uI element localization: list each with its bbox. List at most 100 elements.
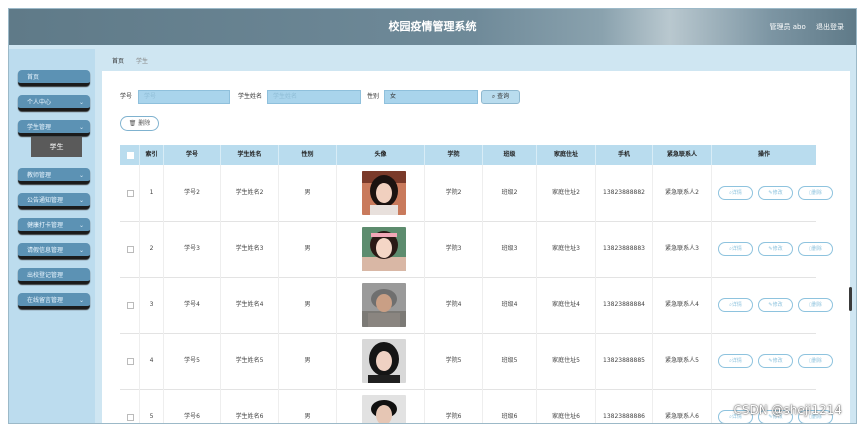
scrollbar-thumb[interactable] [849,287,852,311]
col-index: 索引 [140,145,164,165]
col-class: 班级 [483,145,537,165]
cell-index: 2 [140,221,164,277]
batch-delete-button[interactable]: 🗑 删除 [120,116,159,131]
cell-index: 5 [140,389,164,423]
cell-xuehao: 学号4 [164,277,221,333]
detail-button[interactable]: ⌕详情 [718,298,753,312]
app-window: 校园疫情管理系统 管理员 abo 退出登录 首页 个人中心 ⌄ 学生管理 ⌄ 学… [8,8,857,424]
row-checkbox[interactable] [127,414,134,421]
delete-label: 删除 [811,246,822,252]
sidebar-subitem-student[interactable]: 学生 [31,137,82,157]
row-checkbox[interactable] [127,358,134,365]
table-row: 2 学号3 学生姓名3 男 学院3 班级3 家庭住址3 13823888883 … [120,221,833,278]
cell-actions: ⌕详情 ✎修改 ▯删除 [712,277,833,333]
logout-link[interactable]: 退出登录 [816,23,844,31]
detail-button[interactable]: ⌕详情 [718,242,753,256]
edit-button[interactable]: ✎修改 [758,354,793,368]
edit-button[interactable]: ✎修改 [758,186,793,200]
delete-button[interactable]: ▯删除 [798,354,833,368]
sidebar-item-home[interactable]: 首页 [18,70,90,86]
detail-label: 详情 [731,190,742,196]
row-checkbox-cell [120,277,140,333]
edit-label: 修改 [772,358,783,364]
sidebar-item-notices[interactable]: 公告通知管理 ⌄ [18,193,90,209]
cell-college: 学院5 [425,333,483,389]
cell-name: 学生姓名4 [221,277,279,333]
select-all-checkbox[interactable] [127,152,134,159]
cell-name: 学生姓名2 [221,165,279,221]
col-xuehao: 学号 [164,145,221,165]
col-actions: 操作 [757,151,770,158]
cell-gender: 男 [279,277,337,333]
detail-button[interactable]: ⌕详情 [718,354,753,368]
admin-label: 管理员 abo [769,23,806,31]
delete-label: 删除 [811,190,822,196]
header-checkbox-cell [120,145,140,165]
gender-label: 性别 [367,93,380,100]
sidebar-item-label: 个人中心 [27,99,52,106]
edit-label: 修改 [772,190,783,196]
cell-class: 班级4 [483,277,537,333]
avatar [362,283,406,327]
breadcrumb-home[interactable]: 首页 [112,58,124,65]
edit-button[interactable]: ✎修改 [758,242,793,256]
cell-avatar [337,165,425,221]
name-label: 学生姓名 [238,93,263,100]
chevron-down-icon: ⌄ [78,247,84,254]
row-checkbox[interactable] [127,246,134,253]
chevron-down-icon: ⌄ [78,124,84,131]
cell-xuehao: 学号5 [164,333,221,389]
cell-class: 班级3 [483,221,537,277]
breadcrumb: 首页 学生 [102,53,850,71]
detail-button[interactable]: ⌕详情 [718,186,753,200]
avatar [362,227,406,271]
col-college: 学院 [425,145,483,165]
detail-label: 详情 [731,246,742,252]
row-checkbox[interactable] [127,302,134,309]
cell-contact: 紧急联系人2 [653,165,712,221]
cell-phone: 13823888883 [596,221,653,277]
delete-label: 删除 [811,302,822,308]
table-row: 1 学号2 学生姓名2 男 学院2 班级2 家庭住址2 13823888882 … [120,165,833,222]
sidebar-item-students[interactable]: 学生管理 ⌄ [18,120,90,136]
cell-avatar [337,333,425,389]
sidebar-item-leave[interactable]: 请假信息管理 ⌄ [18,243,90,259]
sidebar-item-label: 首页 [27,74,40,81]
cell-avatar [337,389,425,423]
row-checkbox-cell [120,333,140,389]
delete-button[interactable]: ▯删除 [798,242,833,256]
table-row: 3 学号4 学生姓名4 男 学院4 班级4 家庭住址4 13823888884 … [120,277,833,334]
main-content: 首页 学生 学号 学号 学生姓名 学生姓名 性别 女 ⌕ 查询 🗑 删除 索引 … [102,53,850,423]
delete-button[interactable]: ▯删除 [798,298,833,312]
edit-label: 修改 [772,246,783,252]
edit-button[interactable]: ✎修改 [758,298,793,312]
delete-button[interactable]: ▯删除 [798,186,833,200]
sidebar-item-profile[interactable]: 个人中心 ⌄ [18,95,90,111]
sidebar-item-messages[interactable]: 在线留言管理 ⌄ [18,293,90,309]
gender-select[interactable]: 女 [384,90,478,104]
row-checkbox-cell [120,221,140,277]
cell-actions: ⌕详情 ✎修改 ▯删除 [712,221,833,277]
cell-contact: 紧急联系人4 [653,277,712,333]
cell-address: 家庭住址2 [537,165,596,221]
cell-phone: 13823888882 [596,165,653,221]
chevron-down-icon: ⌄ [78,99,84,106]
row-checkbox[interactable] [127,190,134,197]
sidebar-item-label: 教师管理 [27,172,52,179]
col-phone: 手机 [596,145,653,165]
cell-address: 家庭住址4 [537,277,596,333]
header-right: 管理员 abo 退出登录 [762,9,844,45]
col-contact: 紧急联系人 [653,145,712,165]
breadcrumb-current: 学生 [135,58,148,65]
cell-class: 班级6 [483,389,537,423]
query-button[interactable]: ⌕ 查询 [481,90,520,104]
cell-actions: ⌕详情 ✎修改 ▯删除 [712,333,833,389]
sidebar-item-teachers[interactable]: 教师管理 ⌄ [18,168,90,184]
xuehao-input[interactable]: 学号 [138,90,230,104]
sidebar-item-exit[interactable]: 出校登记管理 [18,268,90,284]
cell-gender: 男 [279,389,337,423]
cell-phone: 13823888886 [596,389,653,423]
name-input[interactable]: 学生姓名 [267,90,361,104]
cell-index: 4 [140,333,164,389]
sidebar-item-health[interactable]: 健康打卡管理 ⌄ [18,218,90,234]
